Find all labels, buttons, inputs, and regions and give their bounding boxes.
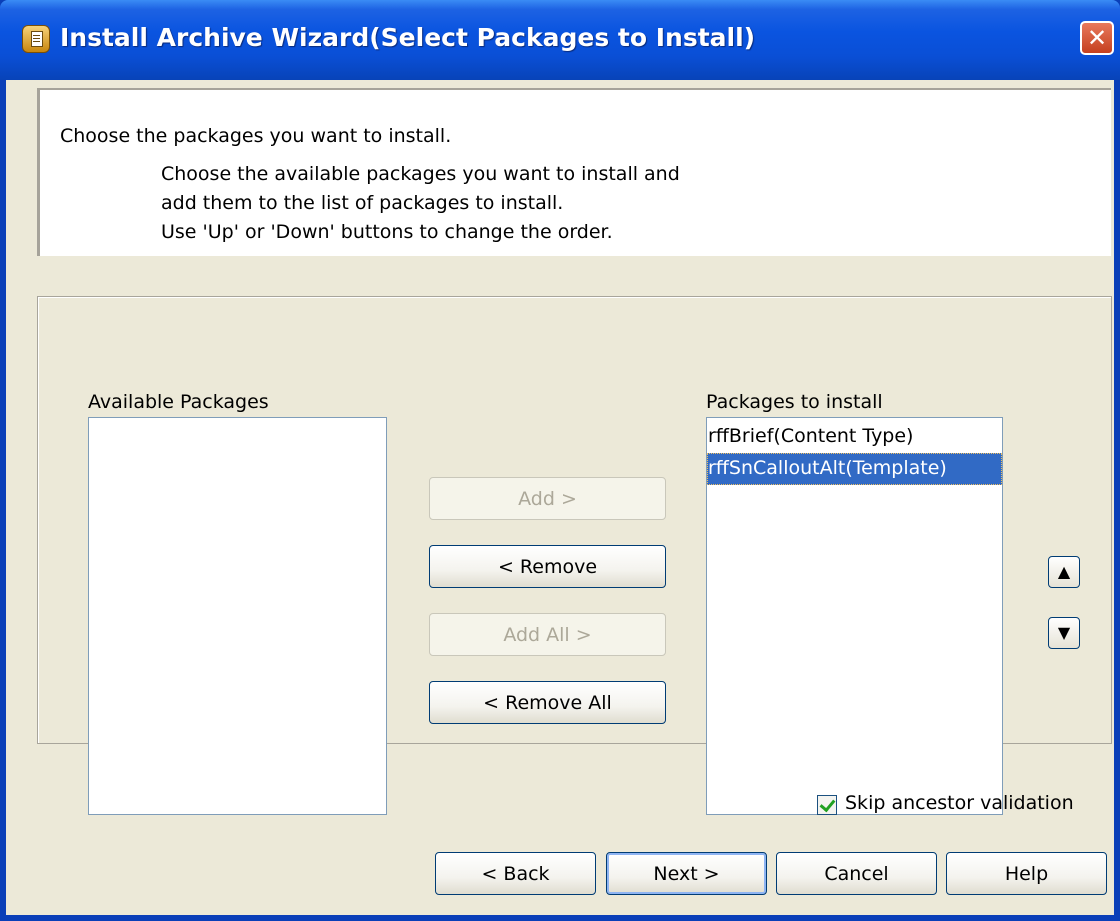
list-item[interactable]: rffBrief(Content Type): [707, 421, 1002, 453]
list-item-selected[interactable]: rffSnCalloutAlt(Template): [707, 453, 1002, 485]
packages-to-install-list[interactable]: rffBrief(Content Type) rffSnCalloutAlt(T…: [706, 417, 1003, 815]
instructions-heading: Choose the packages you want to install.: [60, 125, 452, 147]
remove-button[interactable]: < Remove: [429, 545, 666, 588]
skip-ancestor-validation-checkbox[interactable]: [817, 795, 837, 815]
close-button[interactable]: ✕: [1080, 21, 1114, 55]
add-all-button[interactable]: Add All >: [429, 613, 666, 656]
down-arrow-icon: ▼: [1057, 623, 1071, 642]
close-icon: ✕: [1086, 24, 1108, 52]
help-button[interactable]: Help: [946, 852, 1107, 895]
packages-to-install-label: Packages to install: [706, 391, 883, 413]
available-packages-label: Available Packages: [88, 391, 269, 413]
next-button[interactable]: Next >: [606, 852, 767, 895]
instructions-details: Choose the available packages you want t…: [161, 160, 680, 247]
skip-ancestor-validation-label[interactable]: Skip ancestor validation: [845, 792, 1074, 814]
up-arrow-icon: ▲: [1057, 562, 1071, 581]
instructions-line: add them to the list of packages to inst…: [161, 192, 564, 214]
back-button[interactable]: < Back: [435, 852, 596, 895]
instructions-line: Choose the available packages you want t…: [161, 163, 680, 185]
title-bar[interactable]: Install Archive Wizard(Select Packages t…: [0, 0, 1120, 80]
move-down-button[interactable]: ▼: [1048, 617, 1080, 649]
available-packages-list[interactable]: [88, 417, 387, 815]
window-title: Install Archive Wizard(Select Packages t…: [60, 23, 756, 52]
package-selection-group: Available Packages Add > < Remove Add Al…: [37, 296, 1112, 815]
wizard-app-icon: [22, 25, 50, 53]
cancel-button[interactable]: Cancel: [776, 852, 937, 895]
instructions-line: Use 'Up' or 'Down' buttons to change the…: [161, 221, 613, 243]
wizard-window: Install Archive Wizard(Select Packages t…: [0, 0, 1120, 921]
add-button[interactable]: Add >: [429, 477, 666, 520]
instructions-panel: Choose the packages you want to install.…: [37, 88, 1111, 256]
dialog-client-area: Choose the packages you want to install.…: [6, 80, 1114, 915]
move-up-button[interactable]: ▲: [1048, 556, 1080, 588]
remove-all-button[interactable]: < Remove All: [429, 681, 666, 724]
